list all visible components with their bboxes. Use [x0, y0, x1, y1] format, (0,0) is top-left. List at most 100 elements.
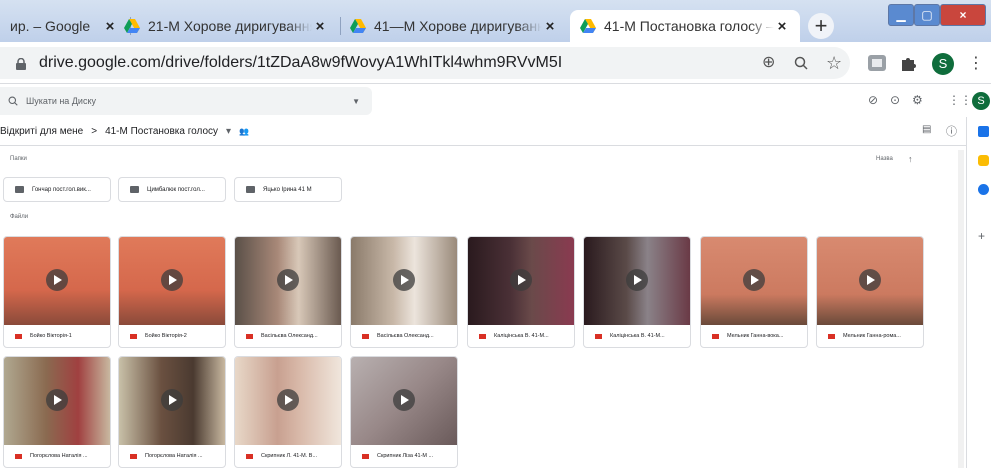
- folder-item[interactable]: Цимбалюк пост.гол...: [118, 177, 226, 202]
- video-file-icon: [15, 453, 22, 459]
- file-name: Погорєлова Наталія ...: [145, 453, 203, 459]
- file-name: Каліцінська В. 41-М...: [610, 333, 665, 339]
- tab-close-icon[interactable]: ×: [312, 18, 328, 35]
- tab-title: 41—М Хорове диригування: [374, 18, 542, 34]
- video-file-icon: [15, 333, 22, 339]
- info-icon[interactable]: ⓘ: [946, 123, 957, 139]
- google-drive-icon: [580, 19, 596, 33]
- keep-icon[interactable]: [978, 155, 989, 166]
- folder-dropdown-icon[interactable]: ▾: [226, 126, 231, 137]
- sort-arrow-icon[interactable]: ↑: [908, 154, 913, 164]
- folder-name: Гончар пост.гол.вик...: [32, 186, 91, 193]
- minimize-button[interactable]: ▁: [888, 4, 914, 26]
- profile-avatar[interactable]: S: [932, 53, 954, 75]
- help-icon[interactable]: ⊙: [890, 93, 900, 107]
- bookmark-star-icon[interactable]: ☆: [826, 47, 842, 79]
- breadcrumb-root[interactable]: Відкриті для мене: [0, 126, 83, 137]
- video-file-icon: [130, 453, 137, 459]
- breadcrumb-current[interactable]: 41-М Постановка голосу: [105, 126, 218, 137]
- add-addon-icon[interactable]: +: [978, 229, 985, 243]
- play-icon: [510, 269, 532, 291]
- file-name: Бойко Вікторія-2: [145, 333, 187, 339]
- video-file-card[interactable]: Каліцінська В. 41-М...: [583, 236, 691, 348]
- zoom-icon[interactable]: [794, 47, 808, 82]
- tab-title: 21-М Хорове диригування –: [148, 18, 312, 34]
- tab-41m-choral[interactable]: 41—М Хорове диригування ×: [340, 10, 568, 42]
- puzzle-icon[interactable]: [898, 52, 920, 74]
- play-icon: [393, 389, 415, 411]
- video-file-icon: [246, 453, 253, 459]
- address-bar[interactable]: drive.google.com/drive/folders/1tZDaA8w9…: [0, 47, 850, 79]
- folder-item[interactable]: Яцько Ірина 41 М: [234, 177, 342, 202]
- folder-name: Цимбалюк пост.гол...: [147, 186, 205, 193]
- video-file-card[interactable]: Скрипник Ліза 41-М ...: [350, 356, 458, 468]
- extension-icon[interactable]: [866, 52, 888, 74]
- video-thumbnail: [351, 237, 457, 325]
- search-placeholder: Шукати на Диску: [26, 96, 96, 106]
- shared-people-icon: 👥: [239, 126, 250, 136]
- video-file-card[interactable]: Погорєлова Наталія ...: [3, 356, 111, 468]
- sort-label[interactable]: Назва: [876, 156, 893, 162]
- scrollbar[interactable]: [958, 150, 964, 468]
- play-icon: [161, 269, 183, 291]
- drive-search-input[interactable]: Шукати на Диску ▼: [0, 87, 372, 115]
- file-name: Бойко Вікторія-1: [30, 333, 72, 339]
- maximize-button[interactable]: ▢: [914, 4, 940, 26]
- google-drive-icon: [350, 19, 366, 33]
- list-view-icon[interactable]: ▤: [922, 124, 931, 135]
- video-thumbnail: [235, 237, 341, 325]
- video-file-card[interactable]: Васільєва Олександ...: [350, 236, 458, 348]
- video-thumbnail: [119, 237, 225, 325]
- tasks-icon[interactable]: [978, 184, 989, 195]
- folder-name: Яцько Ірина 41 М: [263, 186, 312, 193]
- video-file-card[interactable]: Погорєлова Наталія ...: [118, 356, 226, 468]
- address-url: drive.google.com/drive/folders/1tZDaA8w9…: [39, 54, 563, 71]
- play-icon: [626, 269, 648, 291]
- file-name: Каліцінська В. 41-М...: [494, 333, 549, 339]
- folder-item[interactable]: Гончар пост.гол.вик...: [3, 177, 111, 202]
- video-thumbnail: [584, 237, 690, 325]
- tab-41m-voice[interactable]: 41-М Постановка голосу – G ×: [570, 10, 800, 42]
- search-options-icon[interactable]: ▼: [352, 97, 360, 106]
- more-menu-icon[interactable]: ⋮: [968, 53, 984, 73]
- video-file-card[interactable]: Каліцінська В. 41-М...: [467, 236, 575, 348]
- video-thumbnail: [468, 237, 574, 325]
- file-name: Васільєва Олександ...: [377, 333, 434, 339]
- breadcrumb: Відкриті для мене > 41-М Постановка голо…: [0, 120, 257, 142]
- play-icon: [277, 389, 299, 411]
- new-tab-button[interactable]: +: [808, 13, 834, 39]
- tab-21m[interactable]: 21-М Хорове диригування – ×: [108, 10, 338, 42]
- video-file-card[interactable]: Мельник Ганна-рома...: [816, 236, 924, 348]
- video-file-card[interactable]: Бойко Вікторія-1: [3, 236, 111, 348]
- play-icon: [46, 269, 68, 291]
- shared-folder-icon: [246, 186, 255, 193]
- video-file-card[interactable]: Васільєва Олександ...: [234, 236, 342, 348]
- video-file-icon: [595, 333, 602, 339]
- video-file-icon: [712, 333, 719, 339]
- folders-section-label: Папки: [10, 156, 27, 162]
- video-thumbnail: [351, 357, 457, 445]
- tab-close-icon[interactable]: ×: [542, 18, 558, 35]
- add-icon[interactable]: ⊕: [762, 47, 775, 79]
- video-file-card[interactable]: Скрипник Л. 41-М. В...: [234, 356, 342, 468]
- file-name: Погорєлова Наталія ...: [30, 453, 88, 459]
- play-icon: [743, 269, 765, 291]
- video-file-icon: [246, 333, 253, 339]
- tab-close-icon[interactable]: ×: [774, 18, 790, 35]
- breadcrumb-separator: >: [91, 125, 98, 137]
- video-file-card[interactable]: Бойко Вікторія-2: [118, 236, 226, 348]
- files-section-label: Файли: [10, 214, 29, 220]
- video-thumbnail: [119, 357, 225, 445]
- play-icon: [859, 269, 881, 291]
- video-thumbnail: [817, 237, 923, 325]
- settings-gear-icon[interactable]: ⚙: [912, 93, 923, 107]
- file-name: Скрипник Л. 41-М. В...: [261, 453, 318, 459]
- lock-icon: [15, 57, 27, 70]
- drive-avatar[interactable]: S: [972, 92, 990, 110]
- video-file-icon: [362, 333, 369, 339]
- offline-status-icon[interactable]: ⊘: [868, 93, 878, 107]
- calendar-icon[interactable]: [978, 126, 989, 137]
- window-close-button[interactable]: ×: [940, 4, 986, 26]
- video-file-card[interactable]: Мельник Ганна-вока...: [700, 236, 808, 348]
- apps-grid-icon[interactable]: ⋮⋮: [948, 93, 972, 107]
